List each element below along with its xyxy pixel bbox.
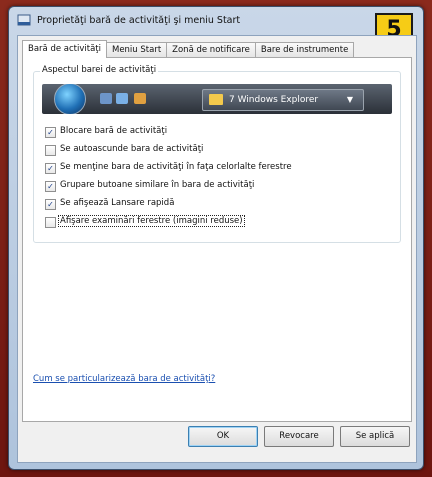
show-desktop-icon: [100, 93, 112, 104]
taskbar-button-explorer: 7 Windows Explorer ▼: [202, 89, 364, 111]
switch-windows-icon: [116, 93, 128, 104]
customize-taskbar-help-link[interactable]: Cum se particularizează bara de activită…: [33, 374, 215, 384]
taskbar-preview: 7 Windows Explorer ▼: [42, 84, 392, 114]
checkbox-box[interactable]: ✓: [45, 127, 56, 138]
ok-button[interactable]: OK: [188, 426, 258, 447]
checkbox-label: Se autoascunde bara de activităţi: [60, 144, 204, 154]
title-bar: Proprietăţi bară de activităţi şi meniu …: [9, 7, 423, 33]
folder-icon: [209, 94, 223, 105]
checkbox-label: Blocare bară de activităţi: [60, 126, 168, 136]
tab-toolbars[interactable]: Bare de instrumente: [254, 42, 355, 58]
group-label: Aspectul barei de activităţi: [40, 65, 159, 75]
checkbox-label: Se menţine bara de activităţi în faţa ce…: [60, 162, 292, 172]
window-title: Proprietăţi bară de activităţi şi meniu …: [37, 15, 241, 26]
tab-notification-area[interactable]: Zonă de notificare: [166, 42, 256, 58]
checkbox-box[interactable]: [45, 217, 56, 228]
checkbox-label: Grupare butoane similare în bara de acti…: [60, 180, 255, 190]
checkbox-box[interactable]: ✓: [45, 199, 56, 210]
tab-taskbar[interactable]: Bară de activităţi: [22, 40, 107, 58]
cancel-button[interactable]: Revocare: [264, 426, 334, 447]
checkbox-box[interactable]: ✓: [45, 163, 56, 174]
taskbar-properties-dialog: Proprietăţi bară de activităţi şi meniu …: [8, 6, 424, 470]
task-button-label: 7 Windows Explorer: [229, 95, 319, 105]
quick-launch-icon: [134, 93, 146, 104]
start-orb-icon: [54, 84, 86, 114]
dialog-client: Bară de activităţi Meniu Start Zonă de not…: [17, 35, 417, 463]
checkbox-label: Se afişează Lansare rapidă: [60, 198, 175, 208]
apply-button[interactable]: Se aplică: [340, 426, 410, 447]
chevron-down-icon: ▼: [346, 95, 353, 104]
taskbar-appearance-group: Aspectul barei de activităţi 7 Windows E…: [33, 65, 401, 243]
tab-start-menu[interactable]: Meniu Start: [105, 42, 168, 58]
tab-panel: Aspectul barei de activităţi 7 Windows E…: [22, 57, 412, 422]
focused-label: Afişare examinări ferestre (imagini redu…: [58, 215, 245, 227]
checkbox-box[interactable]: ✓: [45, 181, 56, 192]
tab-strip: Bară de activităţi Meniu Start Zonă de not…: [22, 40, 355, 58]
taskbar-properties-icon: [17, 14, 31, 26]
checkbox-label: Afişare examinări ferestre (imagini redu…: [58, 215, 245, 227]
checkbox-box[interactable]: [45, 145, 56, 156]
